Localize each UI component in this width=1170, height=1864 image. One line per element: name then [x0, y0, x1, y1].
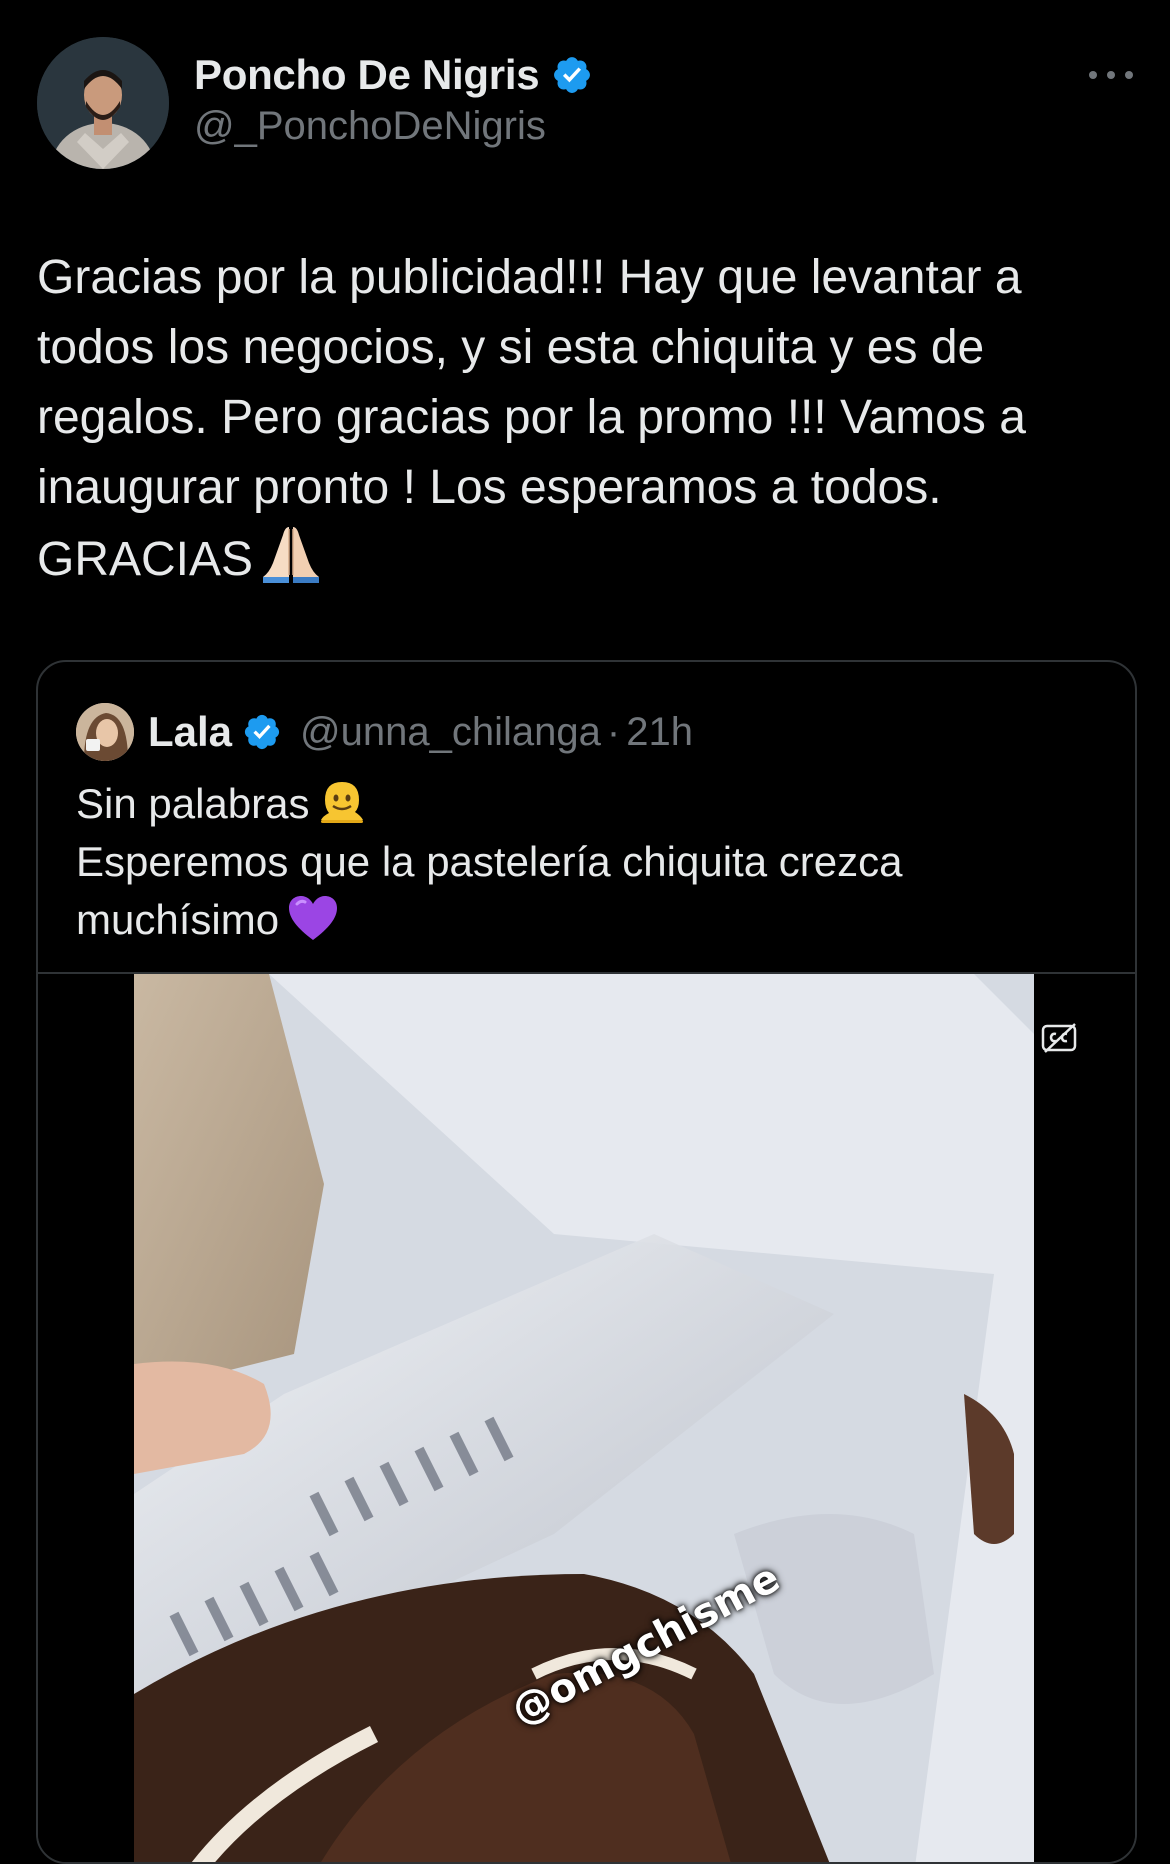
author-name[interactable]: Poncho De Nigris [194, 51, 540, 99]
more-dot [1107, 71, 1115, 79]
video-still-image [134, 974, 1034, 1862]
closed-captions-icon[interactable] [1041, 1022, 1077, 1054]
quoted-tweet-header: Lala @unna_chilanga · 21h [76, 702, 693, 762]
quoted-tweet-text: Sin palabras Esperemos que la pastelería… [76, 775, 1086, 949]
author-info: Poncho De Nigris @_PonchoDeNigris [194, 48, 593, 149]
verified-badge-icon [554, 57, 591, 93]
quoted-text-line: Esperemos que la pastelería chiquita cre… [76, 838, 903, 885]
quoted-author-name[interactable]: Lala [148, 708, 232, 756]
tweet-text-line: inaugurar pronto ! Los esperamos a todos… [37, 461, 942, 514]
separator-dot: · [606, 709, 621, 754]
video-frame[interactable]: @omgchisme [134, 974, 1034, 1862]
quoted-author-handle[interactable]: @unna_chilanga [300, 710, 601, 755]
quoted-author-avatar[interactable] [76, 703, 134, 761]
author-handle[interactable]: @_PonchoDeNigris [194, 104, 593, 149]
author-avatar[interactable] [37, 37, 169, 169]
quoted-tweet-time[interactable]: 21h [626, 710, 693, 755]
tweet-text-line: regalos. Pero gracias por la promo !!! V… [37, 391, 1026, 444]
purple-heart-emoji-icon [289, 896, 338, 940]
more-dot [1089, 71, 1097, 79]
tweet-text-line: Gracias por la publicidad!!! Hay que lev… [37, 251, 1022, 304]
tweet-text-line: GRACIAS [37, 533, 254, 586]
quoted-tweet-media[interactable]: @omgchisme [38, 972, 1135, 1862]
tweet-header: Poncho De Nigris @_PonchoDeNigris [37, 37, 1133, 171]
more-icon[interactable] [1089, 63, 1133, 87]
melting-face-emoji-icon [321, 782, 364, 823]
verified-badge-icon [244, 714, 280, 750]
quoted-text-line: muchísimo [76, 896, 280, 943]
tweet-text: Gracias por la publicidad!!! Hay que lev… [37, 243, 1127, 595]
quoted-text-line: Sin palabras [76, 780, 310, 827]
tweet-text-line: todos los negocios, y si esta chiquita y… [37, 321, 985, 374]
more-dot [1125, 71, 1133, 79]
folded-hands-emoji-icon [263, 527, 320, 583]
quoted-tweet-card[interactable]: Lala @unna_chilanga · 21h Sin palabras E… [36, 660, 1137, 1864]
